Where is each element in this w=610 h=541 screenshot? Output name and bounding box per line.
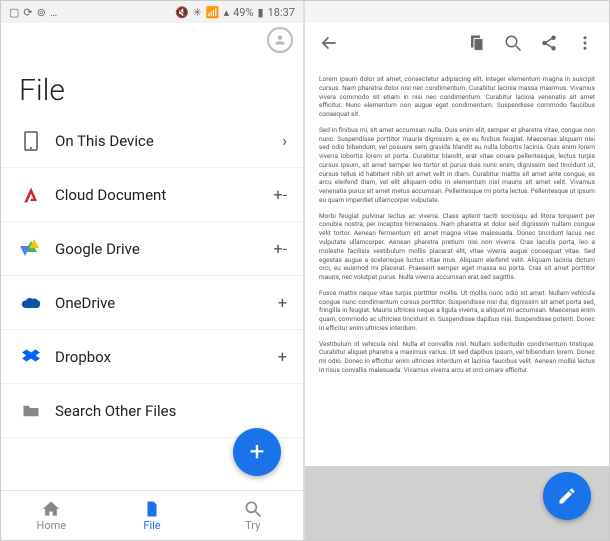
signal-icon: ▴: [224, 6, 230, 19]
doc-paragraph: Morbi feugiat pulvinar lectus ac viverra…: [319, 212, 595, 282]
more-vert-icon: [576, 34, 594, 52]
wifi-icon: 📶: [206, 6, 220, 19]
share-icon: [540, 34, 558, 52]
person-icon: [273, 33, 287, 47]
left-topbar: [1, 23, 303, 57]
dropbox-icon: [17, 349, 45, 365]
pages-button[interactable]: [459, 34, 495, 52]
page-title: File: [1, 57, 303, 114]
edit-fab[interactable]: [543, 472, 591, 520]
plus-icon: +: [250, 437, 265, 467]
row-label: Search Other Files: [45, 402, 263, 420]
doc-paragraph: Vestibulum id vehicula nisl. Nulla et co…: [319, 340, 595, 375]
row-on-this-device[interactable]: On This Device ›: [1, 114, 303, 168]
adobe-icon: [17, 186, 45, 204]
gallery-icon: ▢: [9, 6, 19, 19]
row-label: OneDrive: [45, 294, 263, 312]
bottom-nav-label: Home: [37, 519, 67, 532]
search-button[interactable]: [495, 34, 531, 52]
row-action: +: [263, 347, 287, 366]
row-google-drive[interactable]: Google Drive +-: [1, 222, 303, 276]
battery-text: 49%: [233, 6, 253, 19]
row-action: +: [263, 293, 287, 312]
back-button[interactable]: [311, 33, 347, 53]
doc-paragraph: Lorem ipsum dolor sit amet, consectetur …: [319, 75, 595, 119]
row-action: +-: [263, 185, 287, 204]
sync-icon: ⟳: [23, 6, 32, 19]
bottom-nav-home[interactable]: Home: [1, 491, 102, 540]
vibrate-icon: ✳: [193, 6, 202, 19]
battery-icon: ▮: [258, 6, 264, 19]
row-label: Cloud Document: [45, 186, 263, 204]
bottom-nav-label: File: [143, 519, 160, 532]
search-icon: [504, 34, 522, 52]
overflow-button[interactable]: [567, 34, 603, 52]
row-label: Google Drive: [45, 240, 263, 258]
chevron-right-icon: ›: [263, 131, 287, 150]
row-onedrive[interactable]: OneDrive +: [1, 276, 303, 330]
more-status-icon: …: [50, 6, 57, 19]
status-bar-left: ▢ ⟳ ⊚ … 🔇 ✳ 📶 ▴ 49% ▮ 18:37: [1, 1, 303, 23]
onedrive-icon: [17, 296, 45, 310]
row-label: On This Device: [45, 132, 263, 150]
row-action: +-: [263, 239, 287, 258]
google-drive-icon: [17, 241, 45, 257]
doc-paragraph: Sed in finibus mi, sit amet accumsan nul…: [319, 126, 595, 205]
file-icon: [143, 499, 161, 519]
share-button[interactable]: [531, 34, 567, 52]
pages-icon: [468, 34, 486, 52]
arrow-left-icon: [319, 33, 339, 53]
wifi-small-icon: ⊚: [37, 6, 46, 19]
bottom-nav-try[interactable]: Try: [202, 491, 303, 540]
bottom-nav: Home File Try: [1, 490, 303, 540]
row-cloud-document[interactable]: Cloud Document +-: [1, 168, 303, 222]
clock-text: 18:37: [268, 6, 295, 19]
doc-paragraph: Fusce mattis neque vitae turpis porttito…: [319, 289, 595, 333]
folder-icon: [17, 404, 45, 418]
add-fab[interactable]: +: [233, 428, 281, 476]
row-label: Dropbox: [45, 348, 263, 366]
right-toolbar: [305, 23, 609, 63]
bottom-nav-file[interactable]: File: [102, 491, 203, 540]
bottom-nav-label: Try: [245, 519, 260, 532]
mute-icon: 🔇: [175, 6, 189, 19]
search-icon: [243, 499, 263, 519]
home-icon: [41, 499, 61, 519]
document-page[interactable]: Lorem ipsum dolor sit amet, consectetur …: [305, 63, 609, 466]
status-bar-right: [305, 1, 609, 23]
row-dropbox[interactable]: Dropbox +: [1, 330, 303, 384]
device-icon: [17, 131, 45, 151]
pencil-icon: [557, 486, 577, 506]
avatar-button[interactable]: [267, 27, 293, 53]
